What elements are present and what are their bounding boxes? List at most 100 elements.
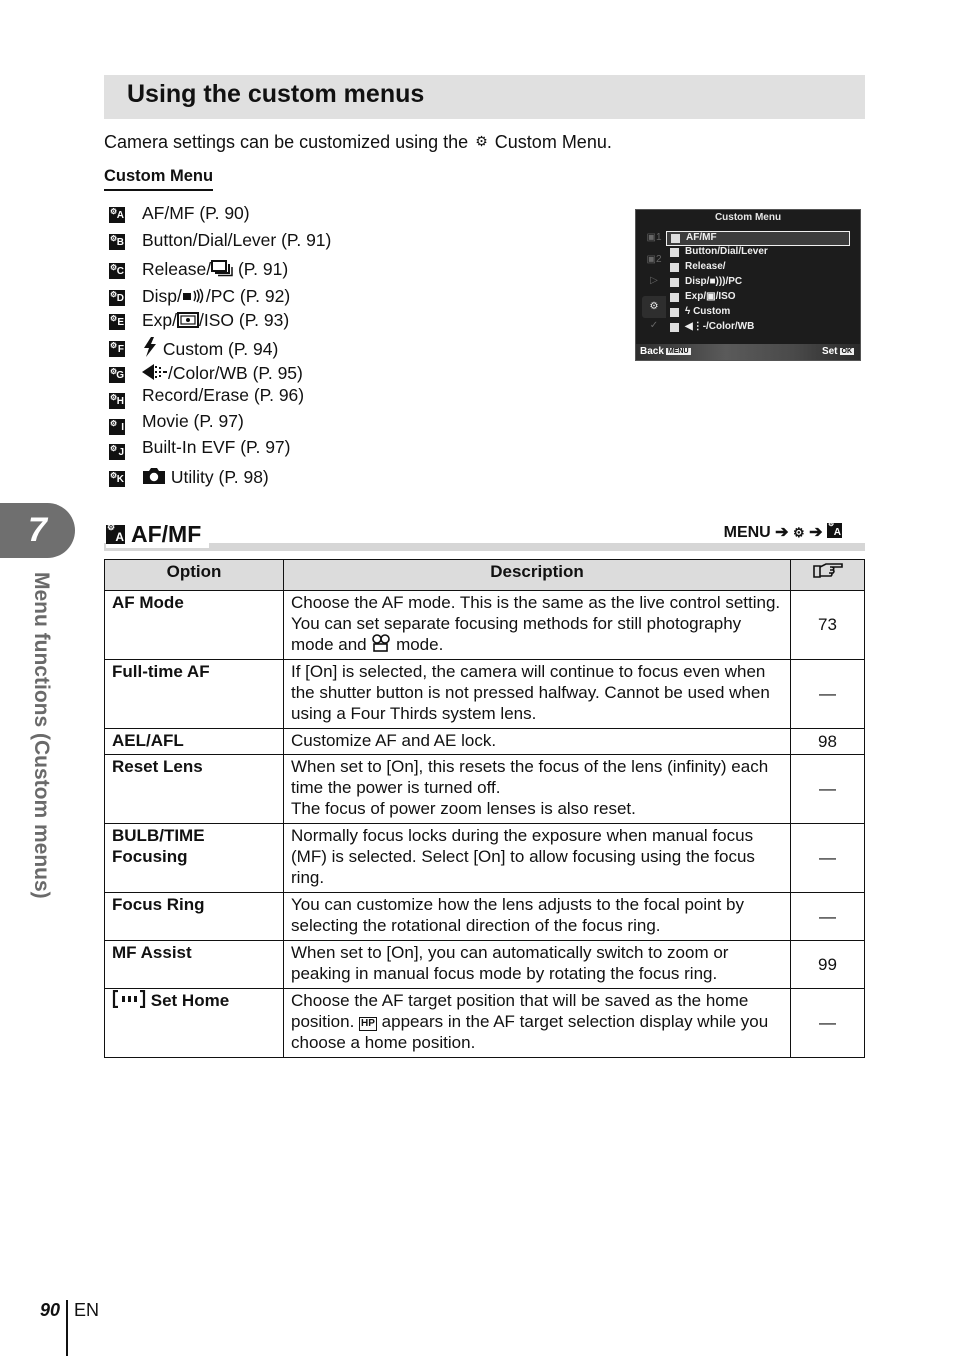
flash-icon (144, 337, 156, 357)
list-item-label: Release/ (P. 91) (142, 259, 289, 279)
camera-screen-illustration: Custom Menu ▣1 ▣2 ▷ ⚙ ✓ AF/MF Button/Dia… (635, 209, 861, 361)
camera-icon (143, 468, 165, 484)
section-divider (104, 543, 865, 551)
list-item: ⚙ G /Color/WB (P. 95) (107, 363, 437, 387)
list-item-label: Exp//ISO (P. 93) (142, 310, 290, 330)
table-row: AEL/AFL Customize AF and AE lock. 98 (104, 728, 865, 755)
table-row: BULB/TIME Focusing Normally focus locks d… (104, 823, 865, 893)
section-title: ⚙ A AF/MF (106, 521, 210, 548)
option-name: Set Home (104, 988, 284, 1058)
list-item: ⚙ D Disp//PC (P. 92) (107, 286, 437, 310)
intro-text: Camera settings can be customized using … (104, 132, 612, 153)
list-item: ⚙ J Built-In EVF (P. 97) (107, 437, 437, 461)
custom-menu-d-icon: ⚙ D (109, 290, 125, 306)
page-reference: — (790, 754, 865, 824)
af-target-icon (112, 990, 146, 1008)
page-reference-icon (812, 563, 843, 578)
column-header-option: Option (104, 559, 284, 591)
option-name: Focus Ring (104, 892, 284, 941)
list-item-label: Custom (P. 94) (142, 337, 278, 360)
table-row: AF Mode Choose the AF mode. This is the … (104, 590, 865, 660)
page-number: 90 (40, 1300, 61, 1320)
option-description: If [On] is selected, the camera will con… (283, 659, 791, 729)
custom-menu-k-icon: ⚙ K (109, 471, 125, 487)
list-item: ⚙ K Utility (P. 98) (107, 467, 437, 491)
shooting-menu-2-icon: ▣2 (646, 254, 662, 265)
list-item: ⚙ F Custom (P. 94) (107, 337, 437, 361)
page-reference: — (790, 988, 865, 1058)
option-description: Choose the AF mode. This is the same as … (283, 590, 791, 660)
option-description: When set to [On], you can automatically … (283, 940, 791, 989)
table-row: MF Assist When set to [On], you can auto… (104, 940, 865, 989)
menu-path-menu: MENU (723, 524, 771, 541)
menu-path: MENU ➔ ⚙ ➔ ⚙ A (717, 521, 842, 542)
menu-key-icon: MENU (665, 348, 691, 355)
table-row: Reset Lens When set to [On], this resets… (104, 754, 865, 824)
custom-menu-b-icon: ⚙ B (109, 234, 125, 250)
set-hint: Set OK (821, 346, 854, 357)
language-code: EN (74, 1300, 100, 1320)
camera-screen-title: Custom Menu (714, 212, 782, 223)
option-description: When set to [On], this resets the focus … (283, 754, 791, 824)
option-description: Choose the AF target position that will … (283, 988, 791, 1058)
list-item: ⚙ C Release/ (P. 91) (107, 259, 437, 283)
camera-menu-row: Button/Dial/Lever (666, 246, 850, 260)
custom-menu-icon: ⚙ (642, 296, 666, 318)
camera-menu-row: Exp/▣/ISO (666, 291, 850, 305)
home-position-icon: HP (359, 1017, 377, 1031)
column-header-reference (790, 559, 865, 591)
page-reference: — (790, 892, 865, 941)
movie-icon (372, 634, 391, 652)
page-reference: 73 (790, 590, 865, 660)
chapter-number: 7 (28, 511, 47, 549)
page-reference: — (790, 659, 865, 729)
option-name: AEL/AFL (104, 728, 284, 755)
page-reference: — (790, 823, 865, 893)
sound-icon (182, 288, 204, 304)
option-name: Full-time AF (104, 659, 284, 729)
custom-menu-heading: Custom Menu (104, 167, 214, 191)
table-row: Full-time AF If [On] is selected, the ca… (104, 659, 865, 729)
list-item: ⚙ B Button/Dial/Lever (P. 91) (107, 230, 437, 254)
list-item-label: Record/Erase (P. 96) (142, 385, 305, 405)
list-item-label: Movie (P. 97) (142, 411, 244, 431)
intro-before: Camera settings can be customized using … (104, 132, 469, 152)
intro-after: Custom Menu. (494, 132, 612, 152)
option-name: AF Mode (104, 590, 284, 660)
camera-menu-tabs: ▣1 ▣2 ▷ ⚙ ✓ (638, 230, 666, 345)
list-item: ⚙ E Exp//ISO (P. 93) (107, 310, 437, 334)
custom-menu-gear-icon: ⚙ (475, 133, 488, 149)
chapter-title-text: Menu functions (Custom menus) (30, 572, 53, 899)
title-band: Using the custom menus (104, 75, 865, 119)
option-name: Reset Lens (104, 754, 284, 824)
list-item-label: Built-In EVF (P. 97) (142, 437, 291, 457)
custom-menu-h-icon: ⚙ H (109, 393, 125, 409)
table-row: Focus Ring You can customize how the len… (104, 892, 865, 941)
back-hint: Back MENU (640, 346, 691, 357)
camera-menu-row-selected: AF/MF (666, 231, 850, 246)
list-item: ⚙ I Movie (P. 97) (107, 411, 437, 435)
option-name: BULB/TIME Focusing (104, 823, 284, 893)
list-item-label: AF/MF (P. 90) (142, 203, 250, 223)
page-reference: 98 (790, 728, 865, 755)
page-reference: 99 (790, 940, 865, 989)
metering-icon (177, 312, 200, 328)
setup-menu-icon: ✓ (649, 320, 659, 331)
custom-menu-a-icon: ⚙ A (827, 521, 842, 538)
list-item-label: /Color/WB (P. 95) (142, 363, 303, 384)
custom-menu-a-icon: ⚙ A (109, 207, 125, 223)
list-item: ⚙ A AF/MF (P. 90) (107, 203, 437, 227)
option-description: Normally focus locks during the exposure… (283, 823, 791, 893)
playback-menu-icon: ▷ (650, 275, 658, 286)
options-table: Option Description AF Mode Choose the AF… (104, 559, 865, 1058)
option-name: MF Assist (104, 940, 284, 989)
table-row: Set Home Choose the AF target position t… (104, 988, 865, 1058)
shooting-menu-1-icon: ▣1 (646, 232, 662, 243)
custom-menu-gear-icon: ⚙ (793, 525, 805, 540)
custom-menu-g-icon: ⚙ G (109, 367, 125, 383)
arrow-right-icon: ➔ (775, 524, 789, 541)
custom-menu-e-icon: ⚙ E (109, 314, 125, 330)
footer-rule (66, 1300, 68, 1356)
table-header-row: Option Description (104, 559, 865, 591)
list-item: ⚙ H Record/Erase (P. 96) (107, 385, 437, 409)
